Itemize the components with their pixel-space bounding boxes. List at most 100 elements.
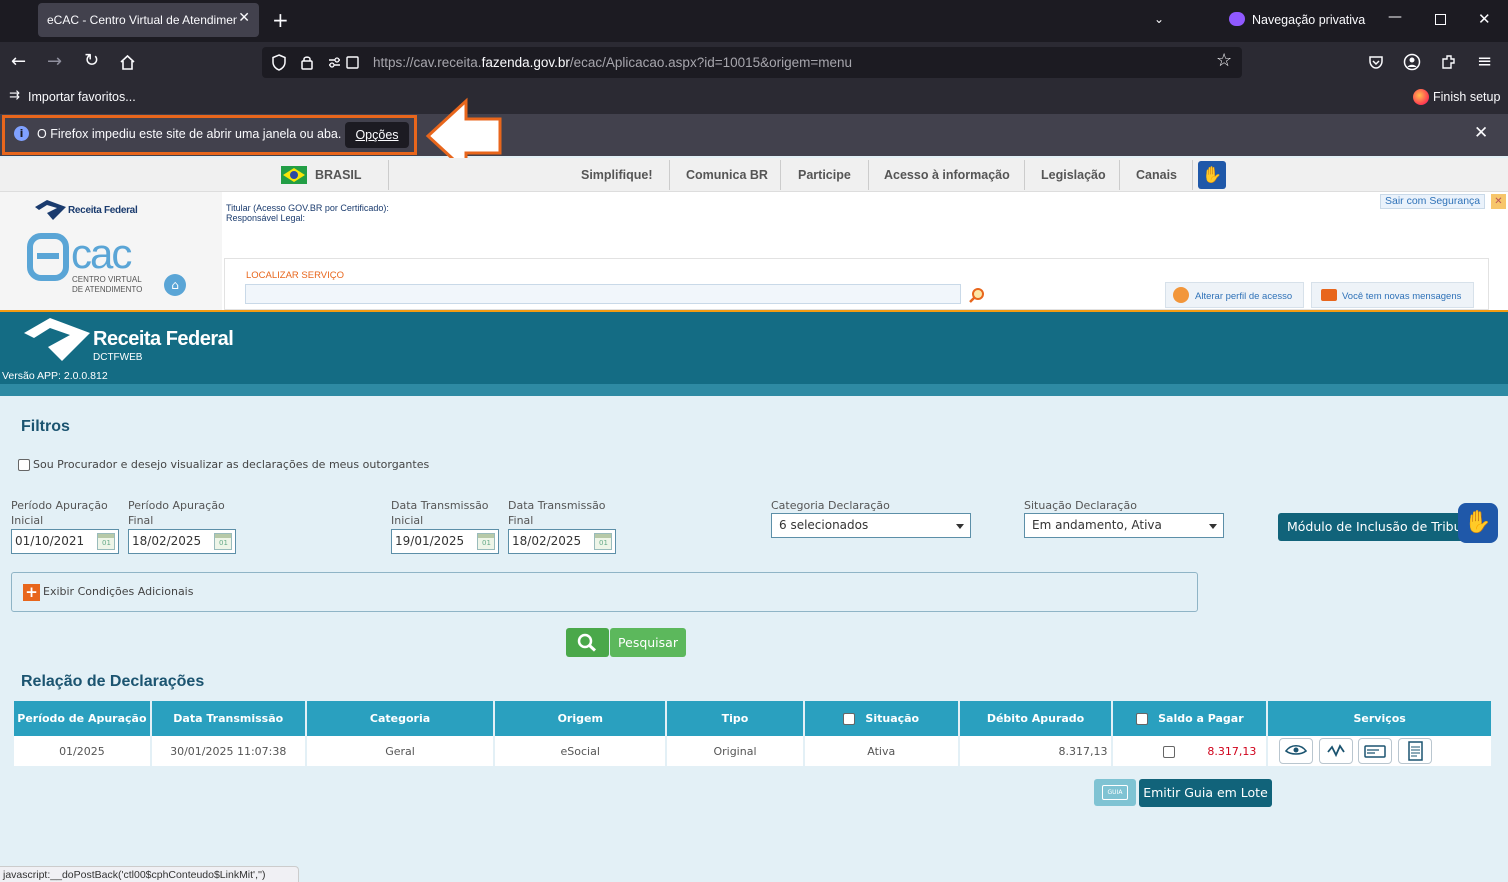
firefox-logo-icon <box>1413 89 1429 105</box>
ecac-home-icon[interactable]: ⌂ <box>164 274 186 296</box>
forward-arrow-icon[interactable]: → <box>47 51 62 72</box>
localizar-servico-label: LOCALIZAR SERVIÇO <box>246 270 345 281</box>
status-bar: javascript:__doPostBack('ctl00$cphConteu… <box>0 866 299 882</box>
periodo-final-value: 18/02/2025 <box>132 534 202 548</box>
exibir-condicoes-link[interactable]: Exibir Condições Adicionais <box>43 585 193 598</box>
situacao-select[interactable]: Em andamento, Ativa <box>1024 513 1224 538</box>
col-data-header[interactable]: Data Transmissão <box>151 701 305 736</box>
declaracoes-table: Período de Apuração Data Transmissão Cat… <box>12 701 1493 766</box>
saldo-select-all-checkbox[interactable] <box>1136 713 1149 725</box>
responsavel-label: Responsável Legal: <box>226 213 306 223</box>
search-button[interactable] <box>566 628 609 657</box>
modulo-inclusao-button[interactable]: Módulo de Inclusão de Tribut <box>1278 513 1468 541</box>
gov-brasil-link[interactable]: BRASIL <box>315 168 362 182</box>
tab-list-chevron-icon[interactable]: ⌄ <box>1154 12 1164 26</box>
bookmarks-bar <box>0 84 1508 114</box>
col-saldo-label[interactable]: Saldo a Pagar <box>1158 712 1244 725</box>
filtros-title: Filtros <box>21 418 70 435</box>
col-categoria-header[interactable]: Categoria <box>306 701 494 736</box>
new-tab-button[interactable]: + <box>272 8 289 32</box>
alterar-perfil-button[interactable]: Alterar perfil de acesso <box>1165 282 1304 308</box>
calendar-day: 01 <box>102 539 111 547</box>
pocket-icon[interactable] <box>1368 54 1384 70</box>
options-button[interactable]: Opções <box>345 122 409 148</box>
col-periodo-header[interactable]: Período de Apuração <box>14 701 150 736</box>
extensions-icon[interactable] <box>1440 53 1458 71</box>
emitir-guia-lote-label: Emitir Guia em Lote <box>1143 785 1268 800</box>
mensagens-button[interactable]: Você tem novas mensagens <box>1311 282 1474 308</box>
localizar-servico-input[interactable] <box>245 284 961 304</box>
notification-close-icon[interactable]: ✕ <box>1474 123 1488 143</box>
gov-link-legislacao[interactable]: Legislação <box>1041 168 1106 182</box>
calendar-icon[interactable]: 01 <box>97 533 115 550</box>
guia-lote-icon-button[interactable]: GUIA <box>1094 779 1136 806</box>
cell-saldo-value: 8.317,13 <box>1207 744 1257 758</box>
table-header-row: Período de Apuração Data Transmissão Cat… <box>14 701 1491 736</box>
gov-divider <box>1119 160 1120 190</box>
calendar-day: 01 <box>599 539 608 547</box>
cell-tipo: Original <box>667 736 803 766</box>
finish-setup-link[interactable]: Finish setup <box>1433 90 1500 104</box>
status-bar-text: javascript:__doPostBack('ctl00$cphConteu… <box>3 869 266 881</box>
url-text[interactable]: https://cav.receita.fazenda.gov.br/ecac/… <box>373 55 852 70</box>
import-bookmarks-link[interactable]: Importar favoritos... <box>28 90 136 104</box>
sair-com-seguranca-link[interactable]: Sair com Segurança <box>1380 194 1486 209</box>
transmissao-inicial-input[interactable]: 19/01/2025 01 <box>391 529 499 554</box>
periodo-final-input[interactable]: 18/02/2025 01 <box>128 529 236 554</box>
maximize-icon[interactable] <box>1435 14 1446 25</box>
bookmark-star-icon[interactable]: ☆ <box>1216 50 1232 71</box>
gov-link-comunica[interactable]: Comunica BR <box>686 168 768 182</box>
sair-close-icon[interactable]: ✕ <box>1491 194 1506 209</box>
col-origem-header[interactable]: Origem <box>495 701 666 736</box>
tab-title: eCAC - Centro Virtual de Atendimento <box>47 13 237 27</box>
vlibras-widget-icon[interactable]: ✋ <box>1458 503 1498 543</box>
calendar-icon[interactable]: 01 <box>214 533 232 550</box>
visualizar-eye-icon[interactable] <box>1279 738 1314 764</box>
periodo-final-label-2: Final <box>128 514 154 527</box>
periodo-inicial-input[interactable]: 01/10/2021 01 <box>11 529 119 554</box>
transmissao-final-label-2: Final <box>508 514 534 527</box>
menu-hamburger-icon[interactable]: ≡ <box>1477 51 1492 72</box>
col-debito-header[interactable]: Débito Apurado <box>959 701 1112 736</box>
gov-link-participe[interactable]: Participe <box>798 168 851 182</box>
home-icon[interactable] <box>119 54 136 70</box>
back-arrow-icon[interactable]: ← <box>11 51 26 72</box>
expand-plus-icon[interactable]: + <box>23 584 40 601</box>
procurador-checkbox[interactable] <box>18 459 30 471</box>
calendar-icon[interactable]: 01 <box>477 533 495 550</box>
minimize-icon[interactable]: — <box>1388 9 1402 25</box>
lock-icon[interactable] <box>300 54 314 70</box>
emitir-guia-card-icon[interactable] <box>1358 738 1393 764</box>
ajustes-wave-icon[interactable] <box>1318 738 1353 764</box>
alterar-perfil-label: Alterar perfil de acesso <box>1195 291 1293 302</box>
vlibras-hand-icon[interactable]: ✋ <box>1198 161 1226 189</box>
pesquisar-button[interactable]: Pesquisar <box>610 628 686 657</box>
recibo-document-icon[interactable] <box>1397 738 1432 764</box>
col-tipo-header[interactable]: Tipo <box>667 701 803 736</box>
row-select-checkbox[interactable] <box>1163 745 1176 758</box>
gov-link-acesso-informacao[interactable]: Acesso à informação <box>884 168 1010 182</box>
emitir-guia-lote-button[interactable]: Emitir Guia em Lote <box>1139 779 1272 807</box>
mensagens-label: Você tem novas mensagens <box>1342 291 1462 302</box>
private-mask-icon <box>1229 12 1245 26</box>
window-close-icon[interactable]: ✕ <box>1478 10 1491 28</box>
import-icon[interactable]: ⇉ <box>9 88 20 103</box>
tracking-shield-icon[interactable] <box>271 54 287 71</box>
categoria-select[interactable]: 6 selecionados <box>771 513 971 538</box>
search-magnifier-icon[interactable] <box>968 287 985 304</box>
gov-link-simplifique[interactable]: Simplifique! <box>581 168 653 182</box>
cell-data: 30/01/2025 11:07:38 <box>151 736 305 766</box>
account-icon[interactable] <box>1403 53 1421 71</box>
permissions-icon[interactable] <box>328 55 362 71</box>
transmissao-inicial-value: 19/01/2025 <box>395 534 465 548</box>
gov-link-canais[interactable]: Canais <box>1136 168 1177 182</box>
transmissao-final-input[interactable]: 18/02/2025 01 <box>508 529 616 554</box>
tab-close-icon[interactable]: ✕ <box>238 10 250 26</box>
titular-label: Titular (Acesso GOV.BR por Certificado): <box>226 203 389 213</box>
col-situacao-label[interactable]: Situação <box>865 712 919 725</box>
situacao-select-all-checkbox[interactable] <box>843 713 856 725</box>
calendar-icon[interactable]: 01 <box>594 533 612 550</box>
reload-icon[interactable]: ↻ <box>84 50 99 71</box>
periodo-final-label-1: Período Apuração <box>128 499 225 512</box>
browser-tab[interactable]: eCAC - Centro Virtual de Atendimento ✕ <box>38 3 259 37</box>
